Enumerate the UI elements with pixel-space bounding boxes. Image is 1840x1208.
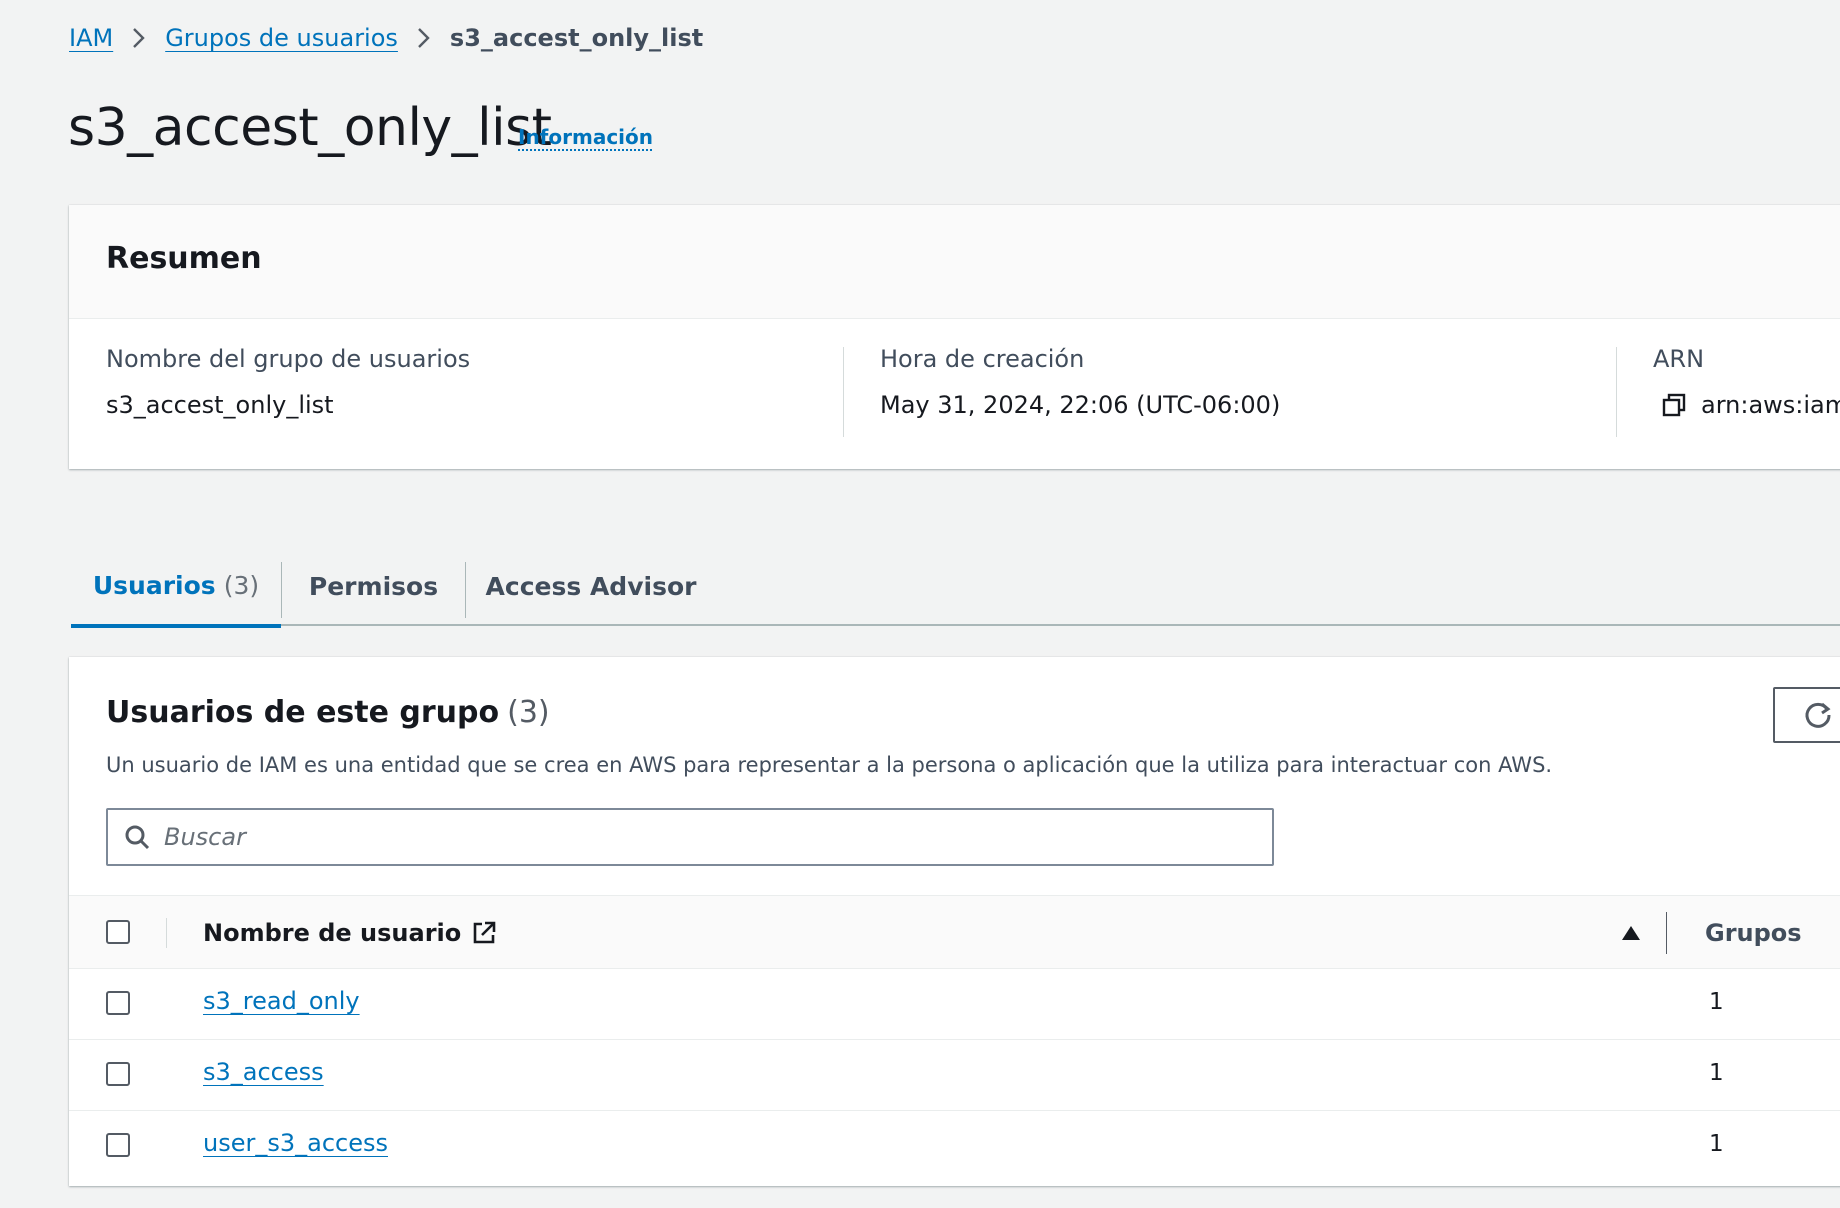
summary-label: ARN (1653, 345, 1705, 373)
column-header-label: Nombre de usuario (203, 919, 462, 947)
summary-title: Resumen (106, 241, 262, 276)
breadcrumb-user-groups[interactable]: Grupos de usuarios (165, 24, 398, 52)
table-row: s3_access 1 (69, 1040, 1840, 1111)
row-checkbox[interactable] (106, 1133, 130, 1157)
search-icon (124, 824, 150, 850)
column-divider (1666, 912, 1667, 954)
select-all-checkbox[interactable] (106, 920, 130, 944)
tab-label: Access Advisor (485, 571, 697, 601)
row-checkbox[interactable] (106, 991, 130, 1015)
summary-label: Nombre del grupo de usuarios (106, 345, 471, 373)
sort-ascending-icon[interactable] (1621, 924, 1641, 942)
users-count: (3) (507, 695, 550, 730)
summary-creation-time: Hora de creación May 31, 2024, 22:06 (UT… (880, 345, 1280, 419)
search-input[interactable] (164, 823, 1244, 851)
username-link[interactable]: s3_read_only (203, 987, 360, 1015)
groups-count: 1 (1709, 989, 1724, 1015)
arn-value: arn:aws:iam: (1701, 391, 1840, 419)
summary-header (69, 205, 1840, 319)
table-row: user_s3_access 1 (69, 1111, 1840, 1182)
tab-count: (3) (223, 570, 260, 600)
users-panel-title-text: Usuarios de este grupo (106, 695, 500, 730)
chevron-right-icon (132, 27, 146, 49)
summary-value: s3_accest_only_list (106, 391, 334, 419)
summary-group-name: Nombre del grupo de usuarios s3_accest_o… (106, 345, 470, 419)
summary-panel: Resumen Nombre del grupo de usuarios s3_… (69, 205, 1840, 469)
breadcrumb: IAM Grupos de usuarios s3_accest_only_li… (69, 24, 703, 52)
tab-label: Usuarios (92, 570, 216, 600)
column-divider (843, 347, 844, 437)
tab-permissions[interactable]: Permisos (282, 546, 465, 626)
users-panel-description: Un usuario de IAM es una entidad que se … (106, 753, 1553, 777)
breadcrumb-iam[interactable]: IAM (69, 24, 113, 52)
copy-icon[interactable] (1661, 392, 1687, 418)
page-title: s3_accest_only_list (68, 98, 552, 158)
refresh-icon (1803, 700, 1833, 730)
tab-access-advisor[interactable]: Access Advisor (466, 546, 716, 626)
refresh-button[interactable] (1773, 687, 1840, 743)
breadcrumb-current: s3_accest_only_list (449, 24, 704, 52)
users-panel: Usuarios de este grupo (3) Un usuario de … (69, 657, 1840, 1186)
external-link-icon[interactable] (471, 920, 497, 946)
summary-value: arn:aws:iam: (1653, 391, 1840, 419)
tab-bar: Usuarios (3) Permisos Access Advisor (71, 546, 1840, 628)
info-link[interactable]: Información (518, 125, 653, 149)
tab-label: Permisos (308, 571, 439, 601)
column-divider (166, 918, 167, 948)
column-header-groups[interactable]: Grupos (1705, 896, 1802, 970)
tab-users[interactable]: Usuarios (3) (71, 546, 281, 628)
row-checkbox[interactable] (106, 1062, 130, 1086)
chevron-right-icon (417, 27, 431, 49)
summary-arn: ARN arn:aws:iam: (1653, 345, 1840, 419)
username-link[interactable]: s3_access (203, 1058, 324, 1086)
summary-label: Hora de creación (880, 345, 1085, 373)
summary-value: May 31, 2024, 22:06 (UTC-06:00) (880, 391, 1281, 419)
username-link[interactable]: user_s3_access (203, 1129, 388, 1157)
users-panel-title: Usuarios de este grupo (3) (106, 695, 550, 730)
column-header-username[interactable]: Nombre de usuario (203, 896, 497, 970)
column-divider (1616, 347, 1617, 437)
groups-count: 1 (1709, 1060, 1724, 1086)
search-box (106, 808, 1274, 866)
groups-count: 1 (1709, 1131, 1724, 1157)
table-row: s3_read_only 1 (69, 969, 1840, 1040)
table-header: Nombre de usuario Grupos (69, 895, 1840, 969)
